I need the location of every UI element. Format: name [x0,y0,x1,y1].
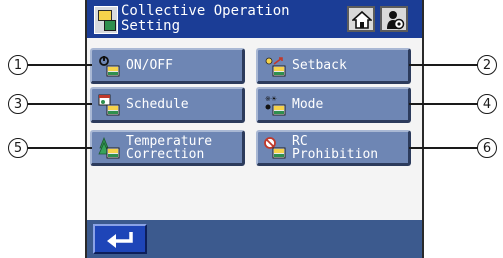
setback-label: Setback [292,58,347,73]
temperature-correction-label: Temperature Correction [126,133,213,162]
callout-leader-6 [409,147,479,149]
rc-prohibition-label: RC Prohibition [292,133,379,162]
callout-2: 2 [477,55,497,75]
on-off-label: ON/OFF [126,58,173,73]
on-off-button[interactable]: ON/OFF [90,48,245,84]
setback-button[interactable]: Setback [256,48,411,84]
mode-button[interactable]: ※☀ Mode [256,87,411,123]
callout-5: 5 [8,138,28,158]
temperature-correction-button[interactable]: Temperature Correction [90,130,245,166]
home-icon [352,10,372,29]
callout-1: 1 [8,55,28,75]
mode-icon: ※☀ [265,95,286,116]
rc-prohibition-button[interactable]: RC Prohibition [256,130,411,166]
controller-icon [94,6,118,34]
user-settings-icon [387,11,405,30]
title-bar: Collective Operation Setting [87,0,422,38]
home-button[interactable] [347,6,375,32]
callout-leader-4 [409,103,479,105]
return-arrow-icon [107,232,133,248]
callout-leader-5 [28,147,92,149]
page-title: Collective Operation Setting [121,3,290,34]
callout-3: 3 [8,94,28,114]
setback-icon [265,57,286,77]
power-remote-icon [99,56,120,77]
mode-label: Mode [292,97,324,112]
settings-button[interactable] [380,6,408,32]
temperature-correction-icon [98,137,120,159]
schedule-button[interactable]: Schedule [90,87,245,123]
callout-4: 4 [477,94,497,114]
rc-prohibition-icon [264,137,286,159]
callout-leader-3 [28,103,92,105]
bottom-bar [87,220,422,258]
schedule-icon [98,94,120,116]
callout-leader-1 [28,64,92,66]
callout-leader-2 [409,64,479,66]
schedule-label: Schedule [126,97,189,112]
callout-6: 6 [477,138,497,158]
svg-text:※☀: ※☀ [265,95,277,103]
back-button[interactable] [93,224,147,254]
